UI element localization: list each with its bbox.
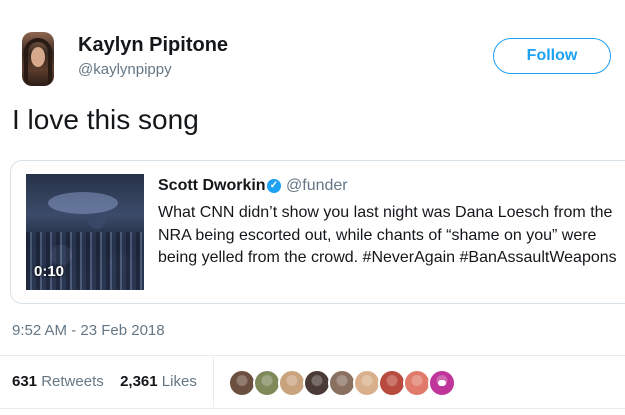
quoted-author-name[interactable]: Scott Dworkin xyxy=(158,177,266,195)
liker-3-avatar[interactable] xyxy=(278,369,306,397)
author-avatar[interactable] xyxy=(22,32,54,86)
liker-1-avatar[interactable] xyxy=(228,369,256,397)
liker-4-avatar[interactable] xyxy=(303,369,331,397)
stats-separator xyxy=(213,357,214,407)
liker-7-avatar[interactable] xyxy=(378,369,406,397)
quoted-tweet-text: What CNN didn’t show you last night was … xyxy=(158,204,617,266)
retweets-label[interactable]: Retweets xyxy=(41,373,104,390)
author-handle[interactable]: @kaylynpippy xyxy=(78,61,172,78)
stats-divider-bottom xyxy=(0,408,625,409)
author-display-name[interactable]: Kaylyn Pipitone xyxy=(78,34,228,57)
tweet-timestamp[interactable]: 9:52 AM - 23 Feb 2018 xyxy=(12,322,165,339)
liker-6-avatar[interactable] xyxy=(353,369,381,397)
verified-badge-icon: ✓ xyxy=(267,179,281,193)
likes-count[interactable]: 2,361 xyxy=(120,373,158,390)
avatar-face xyxy=(31,47,45,67)
liker-2-avatar[interactable] xyxy=(253,369,281,397)
follow-button[interactable]: Follow xyxy=(493,38,611,74)
video-duration: 0:10 xyxy=(34,263,65,280)
stats-divider-top xyxy=(0,355,625,356)
liker-5-avatar[interactable] xyxy=(328,369,356,397)
liker-8-avatar[interactable] xyxy=(403,369,431,397)
stage-light xyxy=(48,192,118,214)
quoted-author-handle[interactable]: @funder xyxy=(286,177,348,195)
liker-9-avatar[interactable] xyxy=(428,369,456,397)
engagement-stats: 631 Retweets 2,361 Likes xyxy=(12,373,197,390)
tweet-text: I love this song xyxy=(12,104,199,135)
crowd-image xyxy=(26,232,144,290)
liker-avatars xyxy=(228,369,456,397)
retweets-count[interactable]: 631 xyxy=(12,373,37,390)
quoted-tweet-video[interactable]: 0:10 xyxy=(26,174,144,290)
likes-label[interactable]: Likes xyxy=(162,373,197,390)
